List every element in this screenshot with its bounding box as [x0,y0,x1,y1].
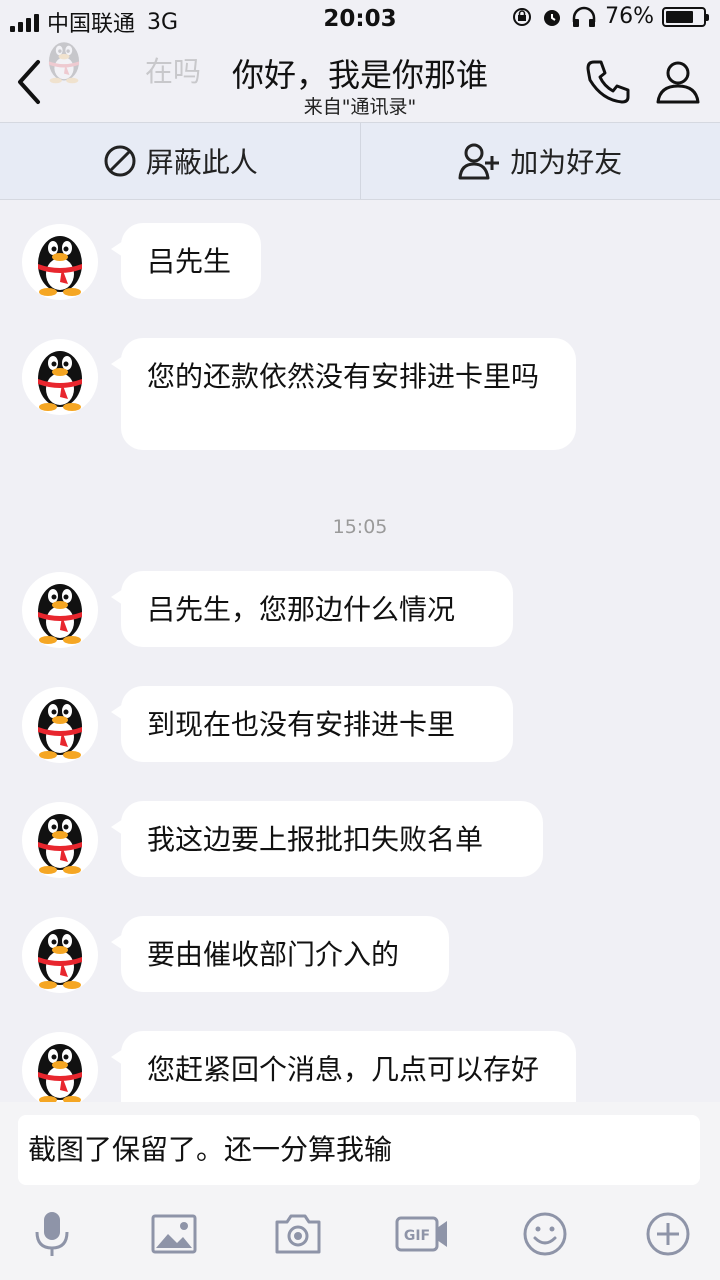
avatar[interactable] [22,339,98,415]
block-icon [104,145,136,177]
avatar[interactable] [22,802,98,878]
message-bubble[interactable]: 到现在也没有安排进卡里 [111,686,513,762]
emoji-icon[interactable] [519,1208,571,1260]
headphones-icon [572,6,596,27]
timestamp: 15:05 [332,516,388,538]
add-friend-label: 加为好友 [510,146,623,179]
avatar[interactable] [22,1032,98,1102]
message-input[interactable]: 截图了保留了。还一分算我输 [18,1115,700,1185]
phone-icon[interactable] [582,56,634,108]
svg-text:GIF: GIF [404,1228,430,1244]
avatar[interactable] [22,687,98,763]
nav-bar: 在吗 你好，我是你那谁 来自"通讯录" [0,40,720,122]
orientation-lock-icon [513,7,532,26]
message-bubble[interactable]: 吕先生，您那边什么情况 [111,571,513,647]
block-label: 屏蔽此人 [145,146,258,179]
input-toolbar: GIF [0,1202,720,1266]
avatar[interactable] [22,572,98,648]
add-friend-icon [458,143,500,180]
message-bubble[interactable]: 要由催收部门介入的 [111,916,449,992]
plus-icon[interactable] [642,1208,694,1260]
message-list[interactable]: 吕先生 您的还款依然没有安排进卡里吗 15:05 吕先生，您那边什么情况 到现在… [0,198,720,1102]
avatar[interactable] [22,917,98,993]
alarm-icon [544,9,561,26]
image-icon[interactable] [148,1208,200,1260]
gif-icon[interactable]: GIF [394,1208,450,1260]
block-button[interactable]: 屏蔽此人 [0,123,360,199]
status-bar: 中国联通 3G 20:03 76% [0,0,720,40]
microphone-icon[interactable] [26,1208,78,1260]
message-bubble[interactable]: 吕先生 [111,223,261,299]
profile-icon[interactable] [652,56,704,108]
camera-icon[interactable] [272,1208,324,1260]
avatar[interactable] [22,224,98,300]
input-area: 截图了保留了。还一分算我输 GIF [0,1102,720,1280]
message-bubble[interactable]: 您赶紧回个消息，几点可以存好 [111,1031,576,1102]
message-bubble[interactable]: 您的还款依然没有安排进卡里吗 [111,338,576,450]
message-bubble[interactable]: 我这边要上报批扣失败名单 [111,801,543,877]
stranger-action-bar: 屏蔽此人 加为好友 [0,122,720,200]
battery-percent: 76% [605,4,654,29]
battery-icon [662,6,709,27]
add-friend-button[interactable]: 加为好友 [359,123,720,199]
